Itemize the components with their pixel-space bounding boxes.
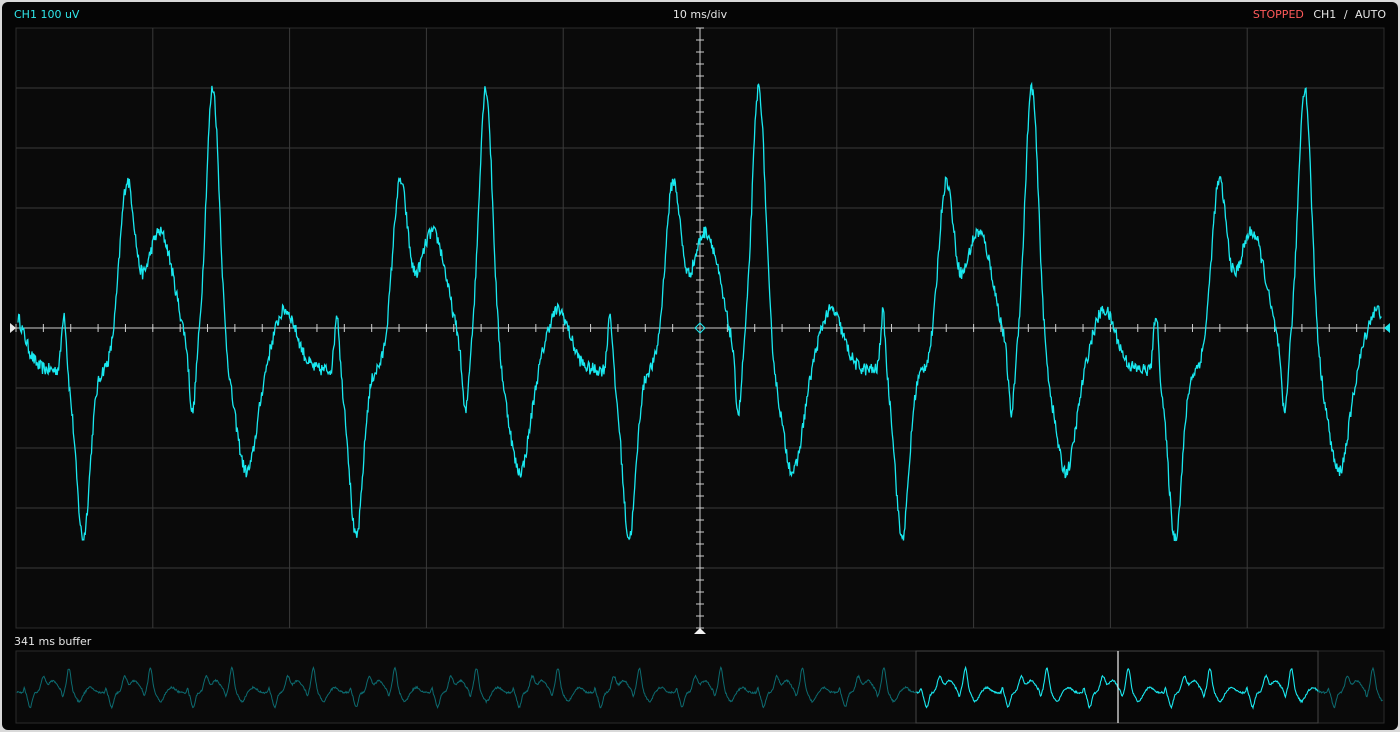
buffer-length-label: 341 ms buffer xyxy=(14,635,92,648)
trigger-channel-label[interactable]: CH1 xyxy=(1313,8,1336,21)
rising-edge-icon[interactable]: ∕ xyxy=(1344,8,1348,21)
status-bar: CH1 100 uV 10 ms/div STOPPED CH1 ∕ AUTO xyxy=(2,2,1398,28)
run-state-label[interactable]: STOPPED xyxy=(1253,8,1304,21)
oscilloscope-window: CH1 100 uV 10 ms/div STOPPED CH1 ∕ AUTO … xyxy=(2,2,1398,730)
trigger-status: STOPPED CH1 ∕ AUTO xyxy=(1253,2,1386,28)
timebase-label[interactable]: 10 ms/div xyxy=(2,2,1398,28)
trigger-mode-label[interactable]: AUTO xyxy=(1355,8,1386,21)
triangle-up-icon[interactable] xyxy=(694,628,706,634)
triangle-left-icon[interactable] xyxy=(1384,323,1390,333)
triangle-right-icon[interactable] xyxy=(10,323,16,333)
scope-display[interactable] xyxy=(2,2,1398,730)
